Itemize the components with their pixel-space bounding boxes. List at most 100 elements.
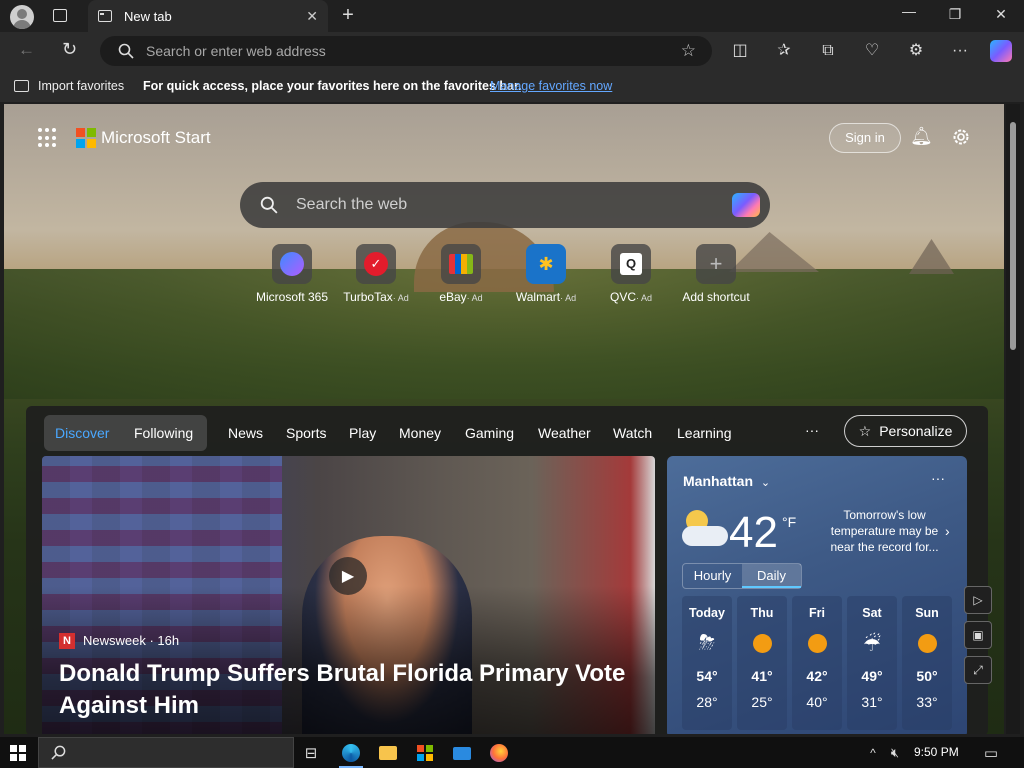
tab-new-tab[interactable]: New tab ✕ bbox=[88, 0, 328, 32]
shortcut-add[interactable]: + Add shortcut bbox=[671, 244, 761, 304]
chevron-down-icon: ⌄ bbox=[760, 477, 771, 489]
weather-alert-text[interactable]: Tomorrow's low temperature may be near t… bbox=[822, 507, 947, 555]
shortcut-microsoft-365[interactable]: Microsoft 365 bbox=[247, 244, 337, 304]
settings-gear-icon[interactable] bbox=[951, 127, 971, 147]
news-source: Newsweek · 16h bbox=[83, 633, 180, 648]
image-icon[interactable]: ▣ bbox=[964, 621, 992, 649]
tab-play[interactable]: Play bbox=[349, 425, 376, 441]
tab-discover[interactable]: Discover bbox=[55, 425, 109, 441]
firefox-icon[interactable] bbox=[488, 742, 510, 764]
notifications-icon[interactable]: ▭ bbox=[980, 742, 1002, 764]
chevron-right-icon[interactable]: › bbox=[945, 523, 950, 539]
file-explorer-icon[interactable] bbox=[377, 742, 399, 764]
shortcut-walmart[interactable]: ✱ Walmart· Ad bbox=[501, 244, 591, 304]
microsoft-365-icon bbox=[272, 244, 312, 284]
forecast-day[interactable]: Thu 41° 25° bbox=[737, 596, 787, 730]
news-card[interactable]: ▶ N Newsweek · 16h Donald Trump Suffers … bbox=[42, 456, 655, 734]
import-favorites-label: Import favorites bbox=[38, 79, 125, 93]
sign-in-button[interactable]: Sign in bbox=[829, 123, 901, 153]
scrollbar-thumb[interactable] bbox=[1010, 122, 1016, 350]
tab-news[interactable]: News bbox=[228, 425, 263, 441]
personalize-button[interactable]: ☆ Personalize bbox=[844, 415, 967, 447]
close-window-button[interactable]: ✕ bbox=[991, 6, 1011, 23]
close-tab-icon[interactable]: ✕ bbox=[306, 8, 318, 25]
star-pencil-icon: ☆ bbox=[858, 422, 872, 439]
shortcut-label: Microsoft 365 bbox=[255, 290, 329, 304]
tab-weather[interactable]: Weather bbox=[538, 425, 591, 441]
mail-icon[interactable] bbox=[451, 742, 473, 764]
tab-money[interactable]: Money bbox=[399, 425, 441, 441]
brand-title[interactable]: Microsoft Start bbox=[101, 128, 211, 148]
microsoft-store-icon[interactable] bbox=[414, 742, 436, 764]
copilot-icon[interactable] bbox=[732, 193, 760, 217]
favorites-message: For quick access, place your favorites h… bbox=[143, 79, 522, 93]
page-scrollbar[interactable] bbox=[1006, 104, 1020, 734]
import-icon bbox=[14, 80, 29, 92]
search-icon bbox=[51, 745, 66, 760]
shortcut-qvc[interactable]: Q QVC· Ad bbox=[586, 244, 676, 304]
title-bar: New tab ✕ + — ❐ ✕ bbox=[0, 0, 1024, 32]
forecast-day[interactable]: Sun 50° 33° bbox=[902, 596, 952, 730]
favorites-bar: Import favorites For quick access, place… bbox=[0, 70, 1024, 102]
more-options-icon[interactable]: ··· bbox=[950, 41, 970, 61]
plus-icon: + bbox=[696, 244, 736, 284]
favorites-icon[interactable]: ✰ bbox=[774, 41, 794, 61]
favorite-star-icon[interactable]: ☆ bbox=[681, 41, 696, 61]
tab-actions-icon[interactable] bbox=[53, 9, 67, 22]
app-launcher-icon[interactable] bbox=[38, 128, 58, 148]
collections-icon[interactable]: ⧉ bbox=[818, 41, 838, 61]
minimize-button[interactable]: — bbox=[899, 3, 919, 19]
sunny-icon bbox=[792, 632, 842, 656]
page-icon bbox=[98, 10, 112, 22]
weather-city[interactable]: Manhattan ⌄ bbox=[683, 473, 770, 489]
tab-learning[interactable]: Learning bbox=[677, 425, 732, 441]
show-hidden-icons-chevron-icon[interactable]: ^ bbox=[862, 742, 884, 764]
tab-hourly[interactable]: Hourly bbox=[683, 564, 742, 588]
forecast-day[interactable]: Fri 42° 40° bbox=[792, 596, 842, 730]
shortcut-label: eBay bbox=[439, 290, 467, 304]
manage-favorites-link[interactable]: Manage favorites now bbox=[490, 79, 612, 93]
tab-sports[interactable]: Sports bbox=[286, 425, 326, 441]
notifications-bell-icon[interactable]: 🔔︎ bbox=[910, 126, 933, 147]
weather-card[interactable]: Manhattan ⌄ ··· 42 °F Tomorrow's low tem… bbox=[667, 456, 967, 734]
windows-start-icon[interactable] bbox=[10, 745, 26, 761]
task-view-icon[interactable]: ⊟ bbox=[300, 742, 322, 764]
tab-following[interactable]: Following bbox=[134, 425, 193, 441]
split-screen-icon[interactable]: ◫ bbox=[730, 41, 750, 61]
import-favorites-button[interactable]: Import favorites bbox=[14, 79, 124, 93]
web-search-box[interactable]: Search the web bbox=[240, 182, 770, 228]
forecast-day[interactable]: Sat ☔︎ 49° 31° bbox=[847, 596, 897, 730]
weather-forecast-tabs: Hourly Daily bbox=[682, 563, 802, 589]
tab-gaming[interactable]: Gaming bbox=[465, 425, 514, 441]
address-bar[interactable]: Search or enter web address ☆ bbox=[100, 36, 712, 66]
weather-more-icon[interactable]: ··· bbox=[931, 470, 945, 486]
play-video-button[interactable]: ▶ bbox=[329, 557, 367, 595]
play-icon[interactable]: ▷ bbox=[964, 586, 992, 614]
taskbar-clock[interactable]: 9:50 PM bbox=[914, 745, 959, 759]
copilot-icon[interactable] bbox=[990, 40, 1012, 62]
restore-button[interactable]: ❐ bbox=[945, 6, 965, 23]
taskbar-search-box[interactable] bbox=[38, 737, 294, 768]
more-tabs-icon[interactable]: ··· bbox=[805, 422, 819, 438]
refresh-icon[interactable]: ↻ bbox=[62, 39, 77, 60]
search-icon bbox=[118, 43, 134, 59]
news-headline[interactable]: Donald Trump Suffers Brutal Florida Prim… bbox=[59, 658, 639, 722]
turbotax-icon: ✓ bbox=[356, 244, 396, 284]
shortcut-label: QVC bbox=[609, 290, 636, 304]
tab-watch[interactable]: Watch bbox=[613, 425, 652, 441]
background-mountain bbox=[909, 239, 954, 274]
shortcut-ebay[interactable]: eBay· Ad bbox=[416, 244, 506, 304]
back-icon[interactable]: ← bbox=[18, 40, 35, 60]
temperature-unit[interactable]: °F bbox=[782, 514, 796, 530]
extensions-icon[interactable]: ⚙ bbox=[906, 41, 926, 61]
new-tab-button[interactable]: + bbox=[338, 4, 358, 27]
current-temperature: 42 bbox=[729, 508, 778, 557]
browser-essentials-icon[interactable]: ♡ bbox=[862, 41, 882, 61]
tab-daily[interactable]: Daily bbox=[742, 564, 801, 588]
shortcut-turbotax[interactable]: ✓ TurboTax· Ad bbox=[331, 244, 421, 304]
profile-avatar[interactable] bbox=[10, 5, 34, 29]
edge-icon[interactable] bbox=[340, 742, 362, 764]
forecast-day[interactable]: Today ⛈︎ 54° 28° bbox=[682, 596, 732, 730]
expand-icon[interactable]: ⤢ bbox=[964, 656, 992, 684]
volume-muted-icon[interactable]: 🔇︎ bbox=[884, 742, 906, 764]
